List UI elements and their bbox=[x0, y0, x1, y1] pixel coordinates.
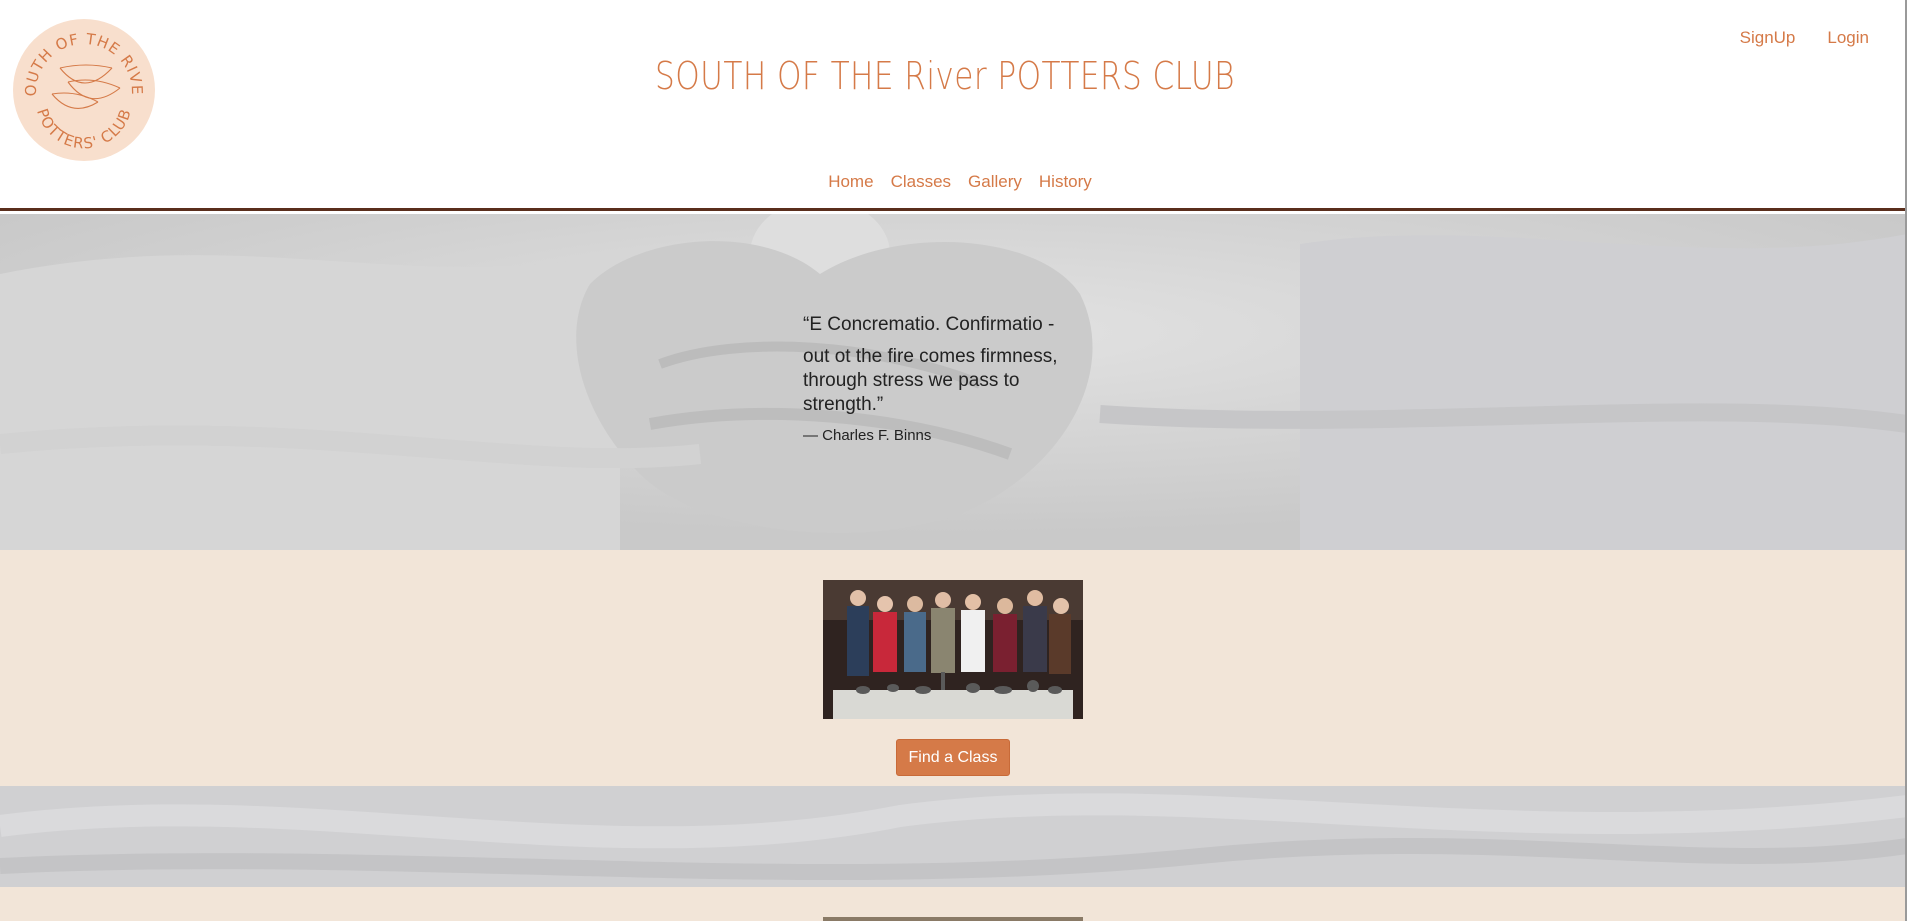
group-photo bbox=[823, 580, 1083, 719]
main-nav: Home Classes Gallery History bbox=[0, 172, 1907, 192]
feature-band: Find a Class bbox=[0, 550, 1907, 786]
secondary-hero-section bbox=[0, 786, 1907, 887]
hero-section: “E Concrematio. Confirmatio - out ot the… bbox=[0, 214, 1907, 550]
site-header: SOUTH OF THE RIVER POTTERS' CLUB SOUTH O… bbox=[0, 0, 1907, 211]
club-logo[interactable]: SOUTH OF THE RIVER POTTERS' CLUB bbox=[12, 18, 156, 162]
login-link[interactable]: Login bbox=[1827, 28, 1869, 48]
nav-item-history[interactable]: History bbox=[1039, 172, 1092, 192]
gallery-photo-preview bbox=[823, 917, 1083, 921]
quote-citation: — Charles F. Binns bbox=[803, 427, 932, 444]
nav-item-home[interactable]: Home bbox=[828, 172, 873, 192]
nav-item-classes[interactable]: Classes bbox=[891, 172, 951, 192]
page: SOUTH OF THE RIVER POTTERS' CLUB SOUTH O… bbox=[0, 0, 1907, 921]
site-title: SOUTH OF THE River POTTERS CLUB bbox=[655, 54, 1235, 98]
nav-item-gallery[interactable]: Gallery bbox=[968, 172, 1022, 192]
scrollbar-edge[interactable] bbox=[1905, 0, 1907, 921]
signup-link[interactable]: SignUp bbox=[1740, 28, 1796, 48]
auth-links: SignUp Login bbox=[1740, 28, 1869, 48]
hero-quote: “E Concrematio. Confirmatio - out ot the… bbox=[803, 313, 1093, 444]
find-class-button[interactable]: Find a Class bbox=[896, 739, 1010, 776]
feature-band-2 bbox=[0, 887, 1907, 921]
quote-line-1: “E Concrematio. Confirmatio - bbox=[803, 314, 1055, 335]
secondary-hero-background-image bbox=[0, 786, 1907, 887]
quote-text: out ot the fire comes firmness, through … bbox=[803, 346, 1058, 415]
